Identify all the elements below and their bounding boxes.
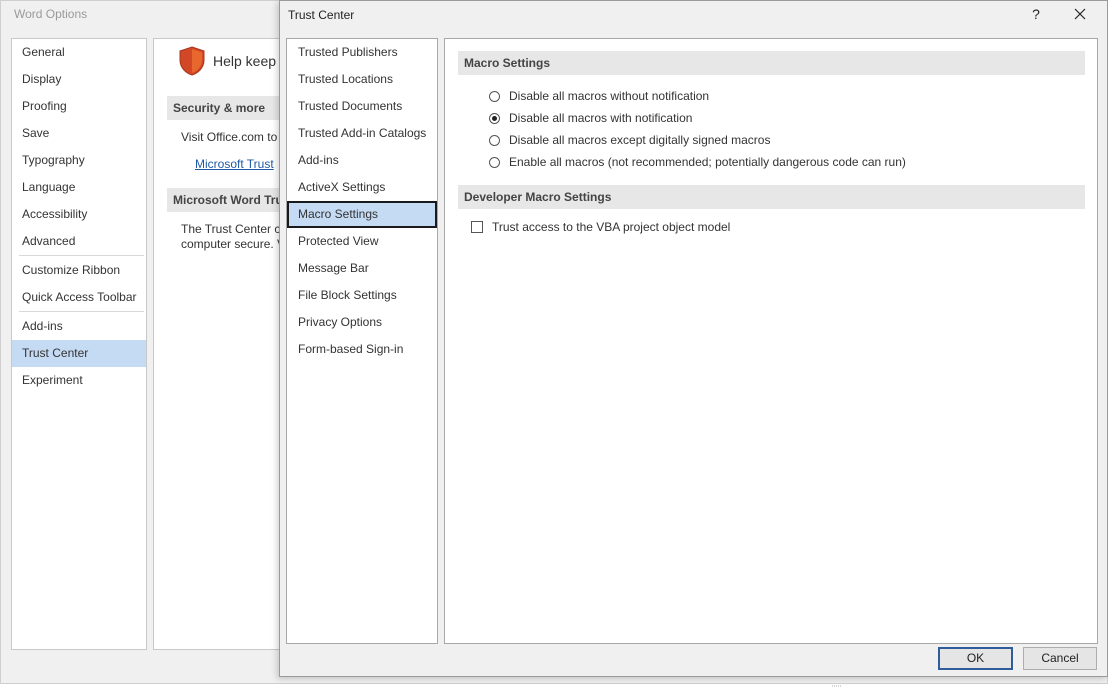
tc-nav-trusted-locations[interactable]: Trusted Locations xyxy=(287,66,437,93)
trust-center-heading: Help keep y xyxy=(213,53,287,69)
nav-item-quick-access-toolbar[interactable]: Quick Access Toolbar xyxy=(12,284,146,311)
tc-nav-file-block-settings[interactable]: File Block Settings xyxy=(287,282,437,309)
vba-trust-checkbox[interactable] xyxy=(471,221,483,233)
radio-label: Disable all macros except digitally sign… xyxy=(509,133,771,147)
nav-item-advanced[interactable]: Advanced xyxy=(12,228,146,255)
section-header-macro-settings: Macro Settings xyxy=(458,51,1085,75)
radio-button-selected[interactable] xyxy=(489,112,500,124)
radio-enable-all-macros[interactable]: Enable all macros (not recommended; pote… xyxy=(489,152,906,172)
radio-label: Enable all macros (not recommended; pote… xyxy=(509,155,906,169)
section-header-developer-macro-settings: Developer Macro Settings xyxy=(458,185,1085,209)
vba-trust-checkbox-row[interactable]: Trust access to the VBA project object m… xyxy=(471,217,730,237)
tc-nav-trusted-publishers[interactable]: Trusted Publishers xyxy=(287,39,437,66)
trust-center-description-line2: computer secure. V xyxy=(181,237,286,251)
ok-button[interactable]: OK xyxy=(938,647,1013,670)
radio-label: Disable all macros without notification xyxy=(509,89,710,103)
dialog-title: Trust Center xyxy=(288,8,355,22)
trust-center-dialog: Trust Center ? Trusted Publishers Truste… xyxy=(279,0,1108,687)
nav-item-save[interactable]: Save xyxy=(12,120,146,147)
window-title: Word Options xyxy=(14,7,88,21)
radio-disable-without-notification[interactable]: Disable all macros without notification xyxy=(489,86,709,106)
tc-nav-protected-view[interactable]: Protected View xyxy=(287,228,437,255)
nav-separator xyxy=(19,255,144,256)
nav-item-proofing[interactable]: Proofing xyxy=(12,93,146,120)
radio-disable-with-notification[interactable]: Disable all macros with notification xyxy=(489,108,692,128)
vba-trust-label: Trust access to the VBA project object m… xyxy=(492,220,731,234)
shield-icon xyxy=(178,46,206,79)
radio-button[interactable] xyxy=(489,134,500,146)
radio-disable-except-signed[interactable]: Disable all macros except digitally sign… xyxy=(489,130,770,150)
nav-separator xyxy=(19,311,144,312)
resize-grip-icon[interactable] xyxy=(832,676,842,687)
radio-label: Disable all macros with notification xyxy=(509,111,693,125)
close-button[interactable] xyxy=(1070,4,1090,24)
tc-nav-privacy-options[interactable]: Privacy Options xyxy=(287,309,437,336)
tc-nav-form-based-sign-in[interactable]: Form-based Sign-in xyxy=(287,336,437,363)
nav-item-accessibility[interactable]: Accessibility xyxy=(12,201,146,228)
help-button[interactable]: ? xyxy=(1028,4,1044,24)
tc-nav-trusted-add-in-catalogs[interactable]: Trusted Add-in Catalogs xyxy=(287,120,437,147)
nav-item-experiment[interactable]: Experiment xyxy=(12,367,146,394)
trust-center-description-line1: The Trust Center co xyxy=(181,222,288,236)
macro-settings-panel: Macro Settings Disable all macros withou… xyxy=(444,38,1098,644)
cancel-button[interactable]: Cancel xyxy=(1023,647,1097,670)
tc-nav-macro-settings[interactable]: Macro Settings xyxy=(287,201,437,228)
nav-item-display[interactable]: Display xyxy=(12,66,146,93)
nav-item-trust-center[interactable]: Trust Center xyxy=(12,340,146,367)
nav-item-customize-ribbon[interactable]: Customize Ribbon xyxy=(12,257,146,284)
nav-item-add-ins[interactable]: Add-ins xyxy=(12,313,146,340)
word-options-nav: General Display Proofing Save Typography… xyxy=(11,38,147,650)
tc-nav-add-ins[interactable]: Add-ins xyxy=(287,147,437,174)
visit-office-text: Visit Office.com to xyxy=(181,130,278,144)
tc-nav-trusted-documents[interactable]: Trusted Documents xyxy=(287,93,437,120)
close-icon xyxy=(1074,8,1086,20)
nav-item-general[interactable]: General xyxy=(12,39,146,66)
nav-item-language[interactable]: Language xyxy=(12,174,146,201)
trust-center-nav: Trusted Publishers Trusted Locations Tru… xyxy=(286,38,438,644)
radio-button[interactable] xyxy=(489,90,500,102)
tc-nav-activex-settings[interactable]: ActiveX Settings xyxy=(287,174,437,201)
tc-nav-message-bar[interactable]: Message Bar xyxy=(287,255,437,282)
radio-button[interactable] xyxy=(489,156,500,168)
nav-item-typography[interactable]: Typography xyxy=(12,147,146,174)
microsoft-trust-link[interactable]: Microsoft Trust xyxy=(195,157,274,171)
